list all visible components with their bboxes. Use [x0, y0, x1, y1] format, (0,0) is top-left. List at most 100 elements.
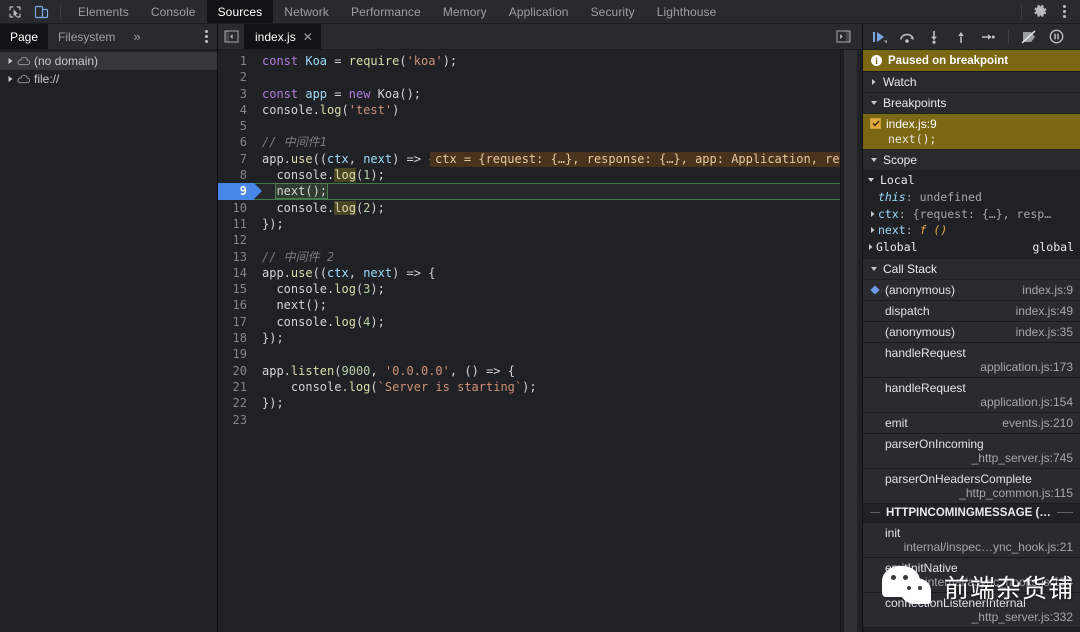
- step-into-button[interactable]: [925, 28, 943, 46]
- line-number[interactable]: 12: [218, 232, 254, 248]
- step-over-button[interactable]: [898, 28, 916, 46]
- line-number[interactable]: 21: [218, 379, 254, 395]
- tab-application[interactable]: Application: [498, 0, 580, 23]
- nav-tab-filesystem[interactable]: Filesystem: [48, 24, 125, 49]
- scope-var-ctx[interactable]: ctx: {request: {…}, resp…: [863, 206, 1080, 223]
- scope-var-name: next: [878, 223, 906, 238]
- line-number[interactable]: 23: [218, 412, 254, 428]
- chevron-right-icon-next[interactable]: [867, 226, 878, 234]
- line-number[interactable]: 8: [218, 167, 254, 183]
- tab-network[interactable]: Network: [273, 0, 340, 23]
- editor-tab-index-js[interactable]: index.js ✕: [244, 24, 321, 49]
- line-number[interactable]: 4: [218, 102, 254, 118]
- code-editor[interactable]: 1 const Koa = require('koa'); 2 3 const ap…: [218, 50, 840, 632]
- call-stack-frame[interactable]: (anonymous) index.js:35: [863, 321, 1080, 343]
- tab-performance[interactable]: Performance: [340, 0, 432, 23]
- call-stack-frame[interactable]: handleRequest application.js:154: [863, 377, 1080, 413]
- call-stack-frame[interactable]: handleRequest application.js:173: [863, 342, 1080, 378]
- code-line: 22});: [218, 395, 840, 411]
- line-number[interactable]: 6: [218, 134, 254, 150]
- frame-location: _http_server.js:745: [971, 450, 1073, 465]
- call-stack-async-frame[interactable]: connectionListenerInternal _http_server.…: [863, 592, 1080, 628]
- deactivate-breakpoints-button[interactable]: [1020, 28, 1038, 46]
- chevron-down-icon-breakpoints[interactable]: [869, 100, 879, 106]
- main-panel-tabs: Elements Console Sources Network Perform…: [67, 0, 1019, 23]
- call-stack-frame[interactable]: parserOnIncoming _http_server.js:745: [863, 433, 1080, 469]
- line-number[interactable]: 1: [218, 53, 254, 69]
- step-button[interactable]: [979, 28, 997, 46]
- show-debugger-icon[interactable]: [830, 30, 856, 43]
- breakpoint-item[interactable]: index.js:9 next();: [863, 114, 1080, 150]
- call-stack-frame-current[interactable]: (anonymous) index.js:9: [863, 279, 1080, 301]
- device-toolbar-icon[interactable]: [32, 4, 50, 20]
- code-line: 6 // 中间件1: [218, 134, 840, 150]
- breakpoint-checkbox[interactable]: [870, 118, 881, 129]
- scope-local-header[interactable]: Local: [863, 171, 1080, 188]
- line-number[interactable]: 17: [218, 314, 254, 330]
- resume-script-button[interactable]: [871, 28, 889, 46]
- code-line: 15 console.log(3);: [218, 281, 840, 297]
- call-stack-frame[interactable]: emit events.js:210: [863, 412, 1080, 434]
- line-number[interactable]: 20: [218, 363, 254, 379]
- call-stack-async-frame[interactable]: init internal/inspec…ync_hook.js:21: [863, 522, 1080, 558]
- scope-global-row[interactable]: Global global: [863, 239, 1080, 256]
- line-number[interactable]: 16: [218, 297, 254, 313]
- line-number[interactable]: 5: [218, 118, 254, 134]
- chevron-right-icon-2[interactable]: [4, 73, 16, 85]
- scope-var-this[interactable]: this: undefined: [863, 189, 1080, 206]
- chevron-down-icon-callstack[interactable]: [869, 266, 879, 272]
- line-number[interactable]: 15: [218, 281, 254, 297]
- step-out-button[interactable]: [952, 28, 970, 46]
- line-number[interactable]: 11: [218, 216, 254, 232]
- tab-lighthouse[interactable]: Lighthouse: [646, 0, 728, 23]
- tab-memory[interactable]: Memory: [432, 0, 498, 23]
- code-line: 10 console.log(2);: [218, 200, 840, 216]
- line-number[interactable]: 7: [218, 151, 254, 167]
- chevron-down-icon-scope[interactable]: [869, 157, 879, 163]
- line-number-current[interactable]: 9: [218, 183, 262, 200]
- section-call-stack[interactable]: Call Stack: [863, 258, 1080, 280]
- line-number[interactable]: 22: [218, 395, 254, 411]
- tab-elements[interactable]: Elements: [67, 0, 140, 23]
- chevron-right-icon-ctx[interactable]: [867, 210, 878, 218]
- call-stack-frame[interactable]: parserOnHeadersComplete _http_common.js:…: [863, 468, 1080, 504]
- scope-var-next[interactable]: next: f (): [863, 222, 1080, 239]
- line-number[interactable]: 18: [218, 330, 254, 346]
- tab-console[interactable]: Console: [140, 0, 207, 23]
- chevron-right-icon-watch[interactable]: [869, 78, 879, 86]
- nav-tab-overflow[interactable]: »: [125, 24, 148, 49]
- line-text: [254, 232, 269, 248]
- inline-evaluation-popup: ctx = {request: {…}, response: {…}, app:…: [430, 151, 840, 167]
- navigator-more-options-icon[interactable]: [195, 24, 217, 49]
- hide-navigator-icon[interactable]: [218, 24, 244, 49]
- chevron-right-icon-global[interactable]: [865, 243, 876, 251]
- section-watch[interactable]: Watch: [863, 72, 1080, 93]
- section-scope[interactable]: Scope: [863, 150, 1080, 171]
- line-number[interactable]: 2: [218, 69, 254, 85]
- section-breakpoints[interactable]: Breakpoints: [863, 93, 1080, 114]
- pause-on-exceptions-button[interactable]: [1047, 28, 1065, 46]
- editor-vertical-scrollbar[interactable]: [840, 50, 862, 632]
- call-stack-async-frame[interactable]: emitInitNative internal/async_hooks.js:1…: [863, 557, 1080, 593]
- call-stack-frame[interactable]: dispatch index.js:49: [863, 300, 1080, 322]
- tree-item-no-domain[interactable]: (no domain): [0, 52, 217, 70]
- more-options-icon[interactable]: [1053, 1, 1075, 23]
- line-number[interactable]: 13: [218, 249, 254, 265]
- tab-security[interactable]: Security: [580, 0, 646, 23]
- close-icon[interactable]: ✕: [303, 31, 313, 43]
- line-number[interactable]: 3: [218, 86, 254, 102]
- line-number[interactable]: 19: [218, 346, 254, 362]
- devtools-top-toolbar: Elements Console Sources Network Perform…: [0, 0, 1080, 24]
- line-number[interactable]: 14: [218, 265, 254, 281]
- line-number[interactable]: 10: [218, 200, 254, 216]
- chevron-right-icon[interactable]: [4, 55, 16, 67]
- gear-icon[interactable]: [1029, 1, 1051, 23]
- nav-tab-page[interactable]: Page: [0, 24, 49, 49]
- scrollbar-thumb[interactable]: [844, 50, 857, 632]
- tree-item-file-protocol[interactable]: file://: [0, 70, 217, 88]
- line-text: [254, 118, 269, 134]
- toolbar-divider-right: [1021, 4, 1022, 19]
- inspect-element-icon[interactable]: [6, 4, 24, 20]
- chevron-down-icon-local[interactable]: [866, 177, 876, 183]
- tab-sources[interactable]: Sources: [206, 0, 274, 23]
